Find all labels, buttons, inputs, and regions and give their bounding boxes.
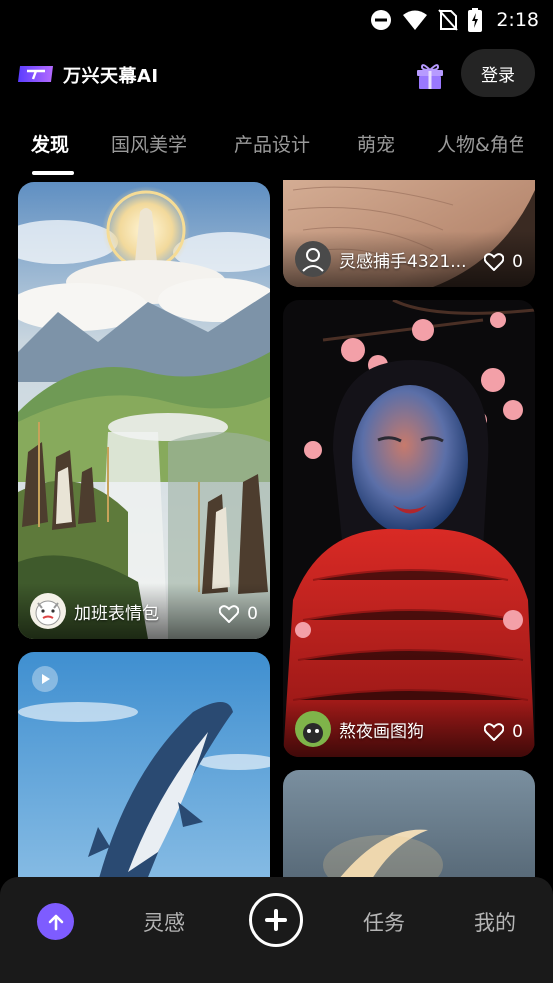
feed-grid: 加班表情包 0 灵感捕手4321... 0 熬夜画图狗 0 xyxy=(0,180,553,877)
create-button[interactable] xyxy=(249,893,303,947)
like-count: 0 xyxy=(247,604,258,624)
feed-card[interactable]: 灵感捕手4321... 0 xyxy=(283,180,535,287)
heart-icon xyxy=(484,723,505,741)
author-name[interactable]: 加班表情包 xyxy=(74,599,159,624)
card-image xyxy=(18,182,270,639)
like-button[interactable]: 0 xyxy=(484,722,523,742)
tab-pets[interactable]: 萌宠 xyxy=(357,130,395,157)
video-indicator-icon xyxy=(32,666,58,692)
like-count: 0 xyxy=(512,722,523,742)
do-not-disturb-icon xyxy=(371,10,392,30)
app-logo-icon xyxy=(18,66,53,82)
app-header: 万兴天幕AI 登录 xyxy=(0,48,553,100)
card-image xyxy=(283,770,535,877)
feed-card[interactable]: 熬夜画图狗 0 xyxy=(283,300,535,757)
no-sim-icon xyxy=(438,9,459,31)
avatar xyxy=(295,241,331,277)
like-button[interactable]: 0 xyxy=(219,604,258,624)
nav-home-button[interactable] xyxy=(37,903,74,940)
feed-card[interactable]: 加班表情包 0 xyxy=(18,182,270,639)
login-button[interactable]: 登录 xyxy=(461,49,535,97)
bottom-navigation: 灵感 任务 我的 xyxy=(0,877,553,983)
arrow-up-icon xyxy=(48,914,63,930)
tab-discover[interactable]: 发现 xyxy=(31,130,69,157)
feed-card[interactable] xyxy=(18,652,270,877)
avatar xyxy=(30,593,66,629)
like-count: 0 xyxy=(512,252,523,272)
tab-characters[interactable]: 人物&角色 xyxy=(437,130,523,157)
nav-mine[interactable]: 我的 xyxy=(474,907,516,937)
active-tab-indicator xyxy=(32,171,74,175)
status-time: 2:18 xyxy=(496,9,539,31)
author-name[interactable]: 灵感捕手4321... xyxy=(339,247,466,272)
wifi-icon xyxy=(403,10,428,30)
category-tabs: 发现 国风美学 产品设计 萌宠 人物&角色 xyxy=(0,126,553,178)
nav-inspire[interactable]: 灵感 xyxy=(143,907,185,937)
status-bar: 2:18 xyxy=(0,0,553,40)
card-image xyxy=(283,300,535,757)
nav-tasks[interactable]: 任务 xyxy=(363,907,405,937)
feed-card[interactable] xyxy=(283,770,535,877)
avatar xyxy=(295,711,331,747)
battery-charging-icon xyxy=(468,8,483,32)
heart-icon xyxy=(484,253,505,271)
app-title: 万兴天幕AI xyxy=(63,66,159,87)
like-button[interactable]: 0 xyxy=(484,252,523,272)
tab-guofeng[interactable]: 国风美学 xyxy=(111,130,187,157)
tab-product-design[interactable]: 产品设计 xyxy=(234,130,310,157)
gift-icon[interactable] xyxy=(414,60,446,90)
heart-icon xyxy=(219,605,240,623)
author-name[interactable]: 熬夜画图狗 xyxy=(339,717,424,742)
